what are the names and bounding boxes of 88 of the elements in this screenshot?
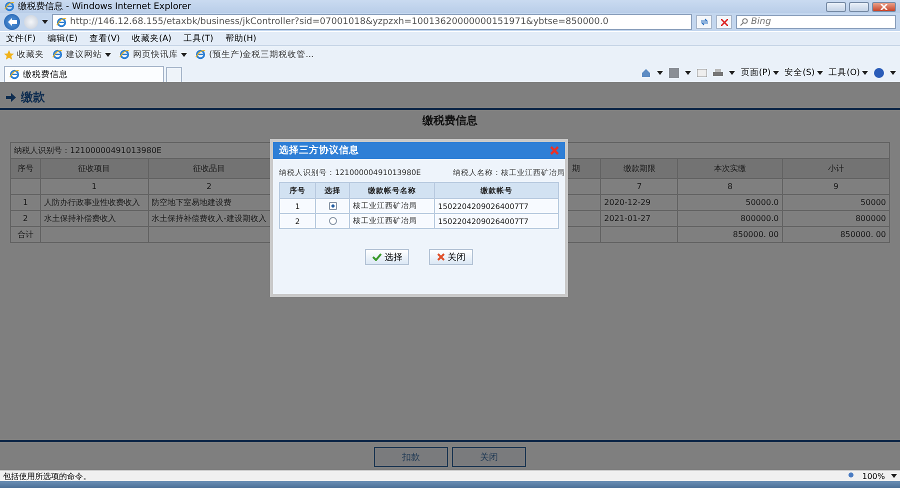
browser-logo-icon xyxy=(52,49,63,60)
menu-item[interactable]: 文件(F) xyxy=(6,32,36,44)
caret-icon xyxy=(862,71,868,75)
table-cell: 1 xyxy=(22,198,28,207)
favorites-link[interactable]: 网页快讯库 xyxy=(119,48,187,60)
close-button[interactable] xyxy=(872,2,896,12)
star-icon xyxy=(4,50,14,60)
caret-icon xyxy=(890,71,896,75)
table-cell: 防空地下室易地建设费 xyxy=(152,198,232,207)
back-button[interactable] xyxy=(4,14,20,30)
table-cell: 水土保持补偿费收入-建设期收入 xyxy=(152,214,267,223)
total-cell: 850000. 00 xyxy=(840,230,886,239)
search-icon[interactable] xyxy=(740,18,748,26)
browser-tab[interactable]: 缴税费信息 xyxy=(4,66,164,82)
favorites-button[interactable]: 收藏夹 xyxy=(4,48,44,60)
caret-icon xyxy=(42,20,48,24)
column-number: 7 xyxy=(636,182,642,191)
column-number: 1 xyxy=(92,182,97,191)
browser-logo-icon xyxy=(195,49,206,60)
column-header: 期 xyxy=(572,164,580,173)
close-button[interactable]: 关闭 xyxy=(429,249,473,265)
stop-button[interactable] xyxy=(716,15,732,29)
favorites-link[interactable]: 建议网站 xyxy=(52,48,111,60)
column-number: 2 xyxy=(206,182,212,191)
refresh-icon xyxy=(700,18,708,26)
table-cell: 2021-01-27 xyxy=(604,214,651,223)
zoom-level[interactable]: 100% xyxy=(862,472,885,480)
table-cell: 800000.0 xyxy=(740,214,779,223)
address-field[interactable]: http://146.12.68.155/etaxbk/business/jkController?sid=07001018&yzpzxh=10013620000000151971&ybtse=850000.0 xyxy=(52,14,692,30)
column-header: 序号 xyxy=(17,164,34,173)
menu-item[interactable]: 查看(V) xyxy=(90,32,120,44)
browser-logo-icon xyxy=(119,49,130,60)
page-title: 缴税费信息 xyxy=(421,113,478,128)
dialog-title: 选择三方协议信息 xyxy=(279,144,359,157)
maximize-button[interactable] xyxy=(849,2,869,12)
total-label: 合计 xyxy=(17,230,34,239)
table-cell: 2020-12-29 xyxy=(604,198,651,207)
search-field[interactable]: Bing xyxy=(736,15,896,29)
favorites-link[interactable]: (预生产)金税三期税收管... xyxy=(195,48,314,60)
browser-logo-icon xyxy=(4,1,15,12)
command-menu[interactable]: 工具(O) xyxy=(828,67,868,79)
menu-item[interactable]: 收藏夹(A) xyxy=(132,32,172,44)
browser-logo-icon xyxy=(9,69,20,80)
menu-item[interactable]: 工具(T) xyxy=(183,32,214,44)
status-text: 包括使用所选项的命令。 xyxy=(3,470,91,482)
column-header: 征收品目 xyxy=(193,164,226,173)
caret-icon xyxy=(656,71,663,75)
home-icon[interactable] xyxy=(640,68,651,78)
select-button[interactable]: 选择 xyxy=(365,249,409,265)
table-cell: 50000 xyxy=(860,198,886,207)
menu-item[interactable]: 编辑(E) xyxy=(48,32,78,44)
check-icon xyxy=(372,253,382,261)
section-heading: 缴款 xyxy=(21,88,45,106)
table-cell: 人防办行政事业性收费收入 xyxy=(44,198,140,207)
table-cell: 50000.0 xyxy=(746,198,779,207)
table-cell: 2 xyxy=(22,214,28,223)
cross-icon xyxy=(436,253,444,261)
caret-icon xyxy=(772,71,779,75)
new-tab-button[interactable] xyxy=(166,67,182,82)
total-cell: 850000. 00 xyxy=(732,230,779,239)
browser-logo-icon xyxy=(56,16,67,28)
minimize-button[interactable] xyxy=(826,2,846,12)
radio-button[interactable] xyxy=(328,217,336,226)
refresh-button[interactable] xyxy=(696,15,712,29)
column-header: 征收项目 xyxy=(78,164,110,173)
stop-icon xyxy=(720,18,728,26)
table-cell: 水土保持补偿费收入 xyxy=(44,214,116,223)
caret-icon xyxy=(105,52,111,56)
radio-button[interactable] xyxy=(328,202,336,210)
column-header: 本次实缴 xyxy=(714,164,746,173)
arrow-icon xyxy=(6,92,16,102)
printer-icon[interactable] xyxy=(712,68,723,78)
caret-icon xyxy=(891,474,897,478)
column-header: 小计 xyxy=(828,164,844,173)
close-icon xyxy=(880,4,888,10)
column-number: 9 xyxy=(833,182,838,191)
command-menu[interactable]: 页面(P) xyxy=(740,67,779,79)
back-arrow-icon xyxy=(8,18,16,26)
table-cell: 800000 xyxy=(855,214,886,223)
menu-item[interactable]: 帮助(H) xyxy=(225,32,256,44)
caret-icon xyxy=(181,52,187,56)
caret-icon xyxy=(728,71,735,75)
caret-icon xyxy=(816,71,823,75)
command-menu[interactable]: 安全(S) xyxy=(784,67,823,79)
column-number: 8 xyxy=(728,182,733,191)
column-header: 缴款期限 xyxy=(623,164,656,173)
window-title: 缴税费信息 - Windows Internet Explorer xyxy=(18,0,192,13)
caret-icon xyxy=(684,71,691,75)
